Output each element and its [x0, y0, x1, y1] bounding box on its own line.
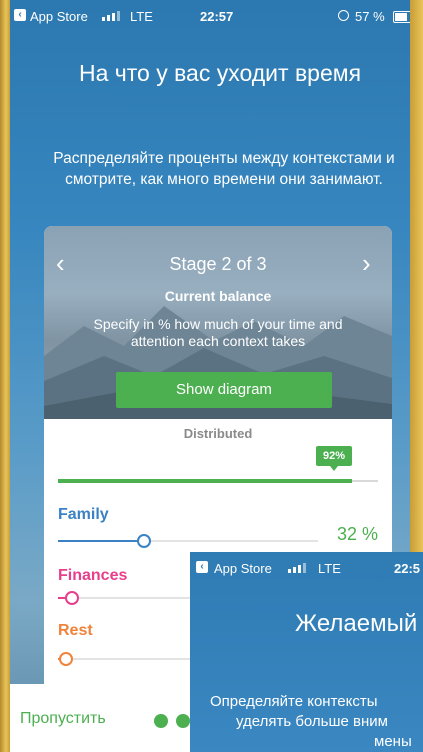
skip-button[interactable]: Пропустить [20, 710, 106, 728]
page-dot[interactable] [176, 714, 190, 728]
overlay-line: мены [374, 733, 412, 750]
distributed-progress [58, 479, 378, 483]
status-bar: ‹ App Store LTE 22:57 57 % [10, 0, 410, 32]
context-name: Family [58, 506, 109, 523]
stage-navigator: ‹ Stage 2 of 3 › [44, 250, 392, 280]
context-name: Rest [58, 622, 93, 639]
page-title: На что у вас уходит время [78, 60, 362, 86]
network-label: LTE [130, 9, 153, 24]
context-percent: 32 % [336, 524, 378, 544]
slider-knob[interactable] [137, 534, 152, 548]
slider-knob[interactable] [59, 652, 74, 666]
gold-frame-left [0, 0, 10, 752]
clock: 22:5 [394, 561, 421, 576]
back-app-label[interactable]: App Store [30, 9, 88, 24]
distributed-label: Distributed [183, 426, 253, 441]
network-label: LTE [318, 561, 341, 576]
overlay-line: Определяйте контексты [210, 693, 378, 710]
page-dot[interactable] [154, 714, 168, 728]
back-to-app-icon[interactable]: ‹ [196, 561, 208, 573]
slider-fill [58, 540, 145, 542]
overlay-subtitle: Определяйте контексты уделять больше вни… [210, 692, 423, 752]
back-to-app-icon[interactable]: ‹ [14, 9, 26, 21]
card-heading: Current balance [164, 288, 272, 304]
clock: 22:57 [200, 9, 234, 24]
chevron-right-icon[interactable]: › [362, 250, 371, 276]
signal-icon [102, 11, 120, 21]
card-description: Specify in % how much of your time and a… [93, 316, 343, 349]
family-slider[interactable] [58, 534, 318, 548]
status-bar: ‹ App Store LTE 22:5 [190, 552, 423, 584]
page-subtitle: Распределяйте проценты между контекстами… [53, 150, 395, 188]
distributed-badge: 92% [316, 446, 352, 471]
signal-icon [288, 563, 306, 573]
page-indicator [154, 714, 190, 728]
context-row-family: Family 32 % [58, 506, 378, 558]
overlay-title: Желаемый [295, 610, 418, 637]
alarm-icon [338, 10, 349, 21]
distributed-progress-fill [58, 479, 353, 483]
battery-percent: 57 % [355, 9, 385, 24]
battery-icon [393, 11, 410, 23]
stage-indicator: Stage 2 of 3 [169, 254, 267, 274]
slider-knob[interactable] [64, 591, 79, 605]
second-screenshot: ‹ App Store LTE 22:5 Желаемый Определяйт… [190, 552, 423, 752]
context-name: Finances [58, 567, 128, 584]
overlay-line: уделять больше вним [236, 713, 388, 730]
card-header-image: ‹ Stage 2 of 3 › Current balance Specify… [44, 226, 392, 419]
back-app-label[interactable]: App Store [214, 561, 272, 576]
show-diagram-button[interactable]: Show diagram [116, 372, 332, 408]
